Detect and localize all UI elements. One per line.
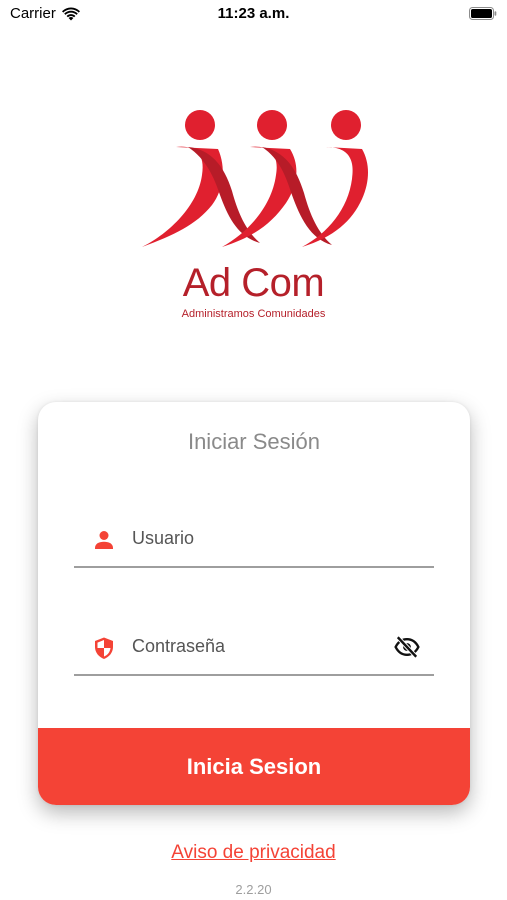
- eye-off-icon[interactable]: [394, 634, 420, 660]
- brand-tagline: Administramos Comunidades: [181, 308, 326, 320]
- adcom-people-logo: [142, 110, 368, 247]
- status-bar: Carrier 11:23 a.m.: [0, 0, 507, 30]
- battery-icon: [469, 7, 497, 20]
- app-version: 2.2.20: [235, 882, 272, 897]
- username-input[interactable]: [132, 522, 372, 554]
- login-button[interactable]: Inicia Sesion: [38, 728, 470, 805]
- privacy-notice-link[interactable]: Aviso de privacidad: [0, 842, 507, 864]
- brand-logo: Ad Com Administramos Comunidades: [0, 105, 507, 325]
- password-input[interactable]: [132, 630, 372, 662]
- user-icon: [95, 531, 113, 549]
- username-field: [74, 516, 434, 568]
- status-time: 11:23 a.m.: [217, 5, 290, 22]
- login-title: Iniciar Sesión: [187, 429, 321, 454]
- brand-name: Ad Com: [182, 261, 325, 305]
- login-card: Iniciar Sesión Inicia Sesion: [38, 402, 470, 805]
- password-field: [74, 624, 434, 676]
- shield-icon: [95, 637, 113, 659]
